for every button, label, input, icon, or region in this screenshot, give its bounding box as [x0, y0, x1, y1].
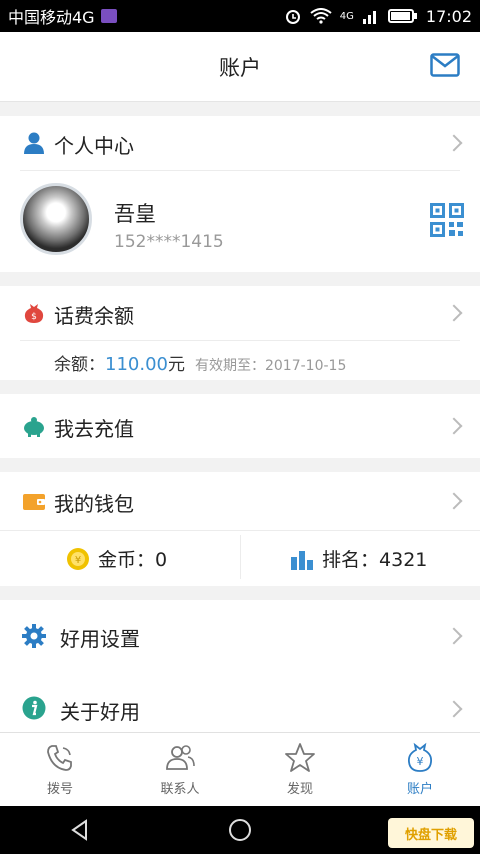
- chevron-right-icon: [445, 134, 463, 152]
- signal-icon: [362, 11, 376, 24]
- status-time: 17:02: [425, 6, 472, 26]
- balance-row[interactable]: $ 话费余额: [0, 286, 480, 340]
- network-type: 4G: [339, 10, 354, 22]
- status-bar: 中国移动4G 4G 17:02: [0, 0, 480, 32]
- piggy-bank-icon: [24, 417, 44, 437]
- wallet-row[interactable]: 我的钱包: [0, 472, 480, 530]
- expiry-date: 2017-10-15: [264, 358, 347, 374]
- chevron-right-icon: [445, 627, 463, 645]
- tab-account[interactable]: ¥ 账户: [360, 733, 480, 806]
- svg-text:¥: ¥: [75, 555, 81, 566]
- contacts-icon: [166, 745, 195, 770]
- star-icon: [285, 743, 315, 772]
- tab-contacts[interactable]: 联系人: [120, 733, 240, 806]
- wifi-icon: [310, 8, 332, 24]
- vertical-divider: [240, 535, 241, 579]
- chevron-right-icon: [445, 417, 463, 435]
- wallet-icon: [23, 494, 45, 510]
- coin-icon: ¥: [67, 547, 89, 570]
- coins-label: 金币：: [98, 549, 156, 571]
- chevron-right-icon: [445, 700, 463, 718]
- recharge-label: 我去充值: [54, 417, 134, 441]
- back-icon[interactable]: [68, 818, 92, 842]
- balance-info: 余额：110.00元 有效期至：2017-10-15: [54, 350, 346, 375]
- tab-label: 发现: [286, 782, 313, 797]
- settings-label: 好用设置: [60, 627, 140, 651]
- watermark-text: 快盘下载: [404, 827, 457, 843]
- tab-label: 账户: [406, 782, 433, 797]
- user-phone: 152****1415: [114, 232, 224, 252]
- settings-row[interactable]: 好用设置: [0, 604, 480, 668]
- balance-amount-label: 余额：: [54, 355, 105, 375]
- svg-text:$: $: [31, 312, 37, 322]
- coins-value: 0: [155, 549, 168, 571]
- home-icon[interactable]: [228, 818, 252, 842]
- chevron-right-icon: [445, 492, 463, 510]
- divider: [20, 170, 460, 171]
- money-bag-icon: $: [24, 304, 44, 323]
- recharge-row[interactable]: 我去充值: [0, 394, 480, 458]
- profile-row[interactable]: 个人中心: [0, 116, 480, 170]
- carrier-text: 中国移动4G: [8, 8, 95, 27]
- wallet-label: 我的钱包: [54, 492, 134, 516]
- bar-chart-icon: [291, 550, 313, 570]
- coins-stat[interactable]: ¥ 金币：0: [66, 545, 167, 572]
- about-label: 关于好用: [60, 700, 140, 724]
- expiry-label: 有效期至：: [194, 358, 265, 374]
- info-icon: [22, 696, 46, 720]
- svg-text:¥: ¥: [417, 755, 424, 768]
- qr-code-icon[interactable]: [430, 203, 464, 237]
- status-left: 中国移动4G: [8, 4, 117, 28]
- tab-label: 联系人: [160, 782, 200, 797]
- tab-dial[interactable]: 拨号: [0, 733, 120, 806]
- tab-label: 拨号: [46, 782, 73, 797]
- rank-stat[interactable]: 排名：4321: [290, 545, 427, 572]
- rank-label: 排名：: [322, 549, 380, 571]
- status-right: 4G 17:02: [284, 7, 472, 26]
- chevron-right-icon: [445, 304, 463, 322]
- bottom-tab-bar: 拨号 联系人 发现 ¥ 账户: [0, 732, 480, 806]
- divider: [0, 530, 480, 531]
- balance-section-label: 话费余额: [54, 304, 134, 328]
- money-bag-icon: ¥: [407, 742, 433, 772]
- phone-icon: [47, 745, 72, 771]
- tab-discover[interactable]: 发现: [240, 733, 360, 806]
- person-icon: [24, 132, 44, 154]
- app-header: 账户: [0, 32, 480, 102]
- watermark-logo: 快盘下载: [388, 818, 474, 848]
- balance-amount-value: 110.00: [105, 354, 168, 375]
- battery-icon: [387, 9, 417, 23]
- notification-badge-icon: [100, 9, 117, 23]
- alarm-icon: [285, 10, 300, 24]
- divider: [20, 340, 460, 341]
- rank-value: 4321: [379, 549, 428, 571]
- gear-icon: [22, 624, 46, 648]
- avatar[interactable]: [20, 183, 92, 255]
- profile-section-label: 个人中心: [54, 134, 134, 158]
- mail-icon[interactable]: [430, 53, 460, 77]
- balance-amount-unit: 元: [167, 355, 185, 375]
- page-title: 账户: [219, 55, 261, 80]
- user-name: 吾皇: [114, 202, 156, 226]
